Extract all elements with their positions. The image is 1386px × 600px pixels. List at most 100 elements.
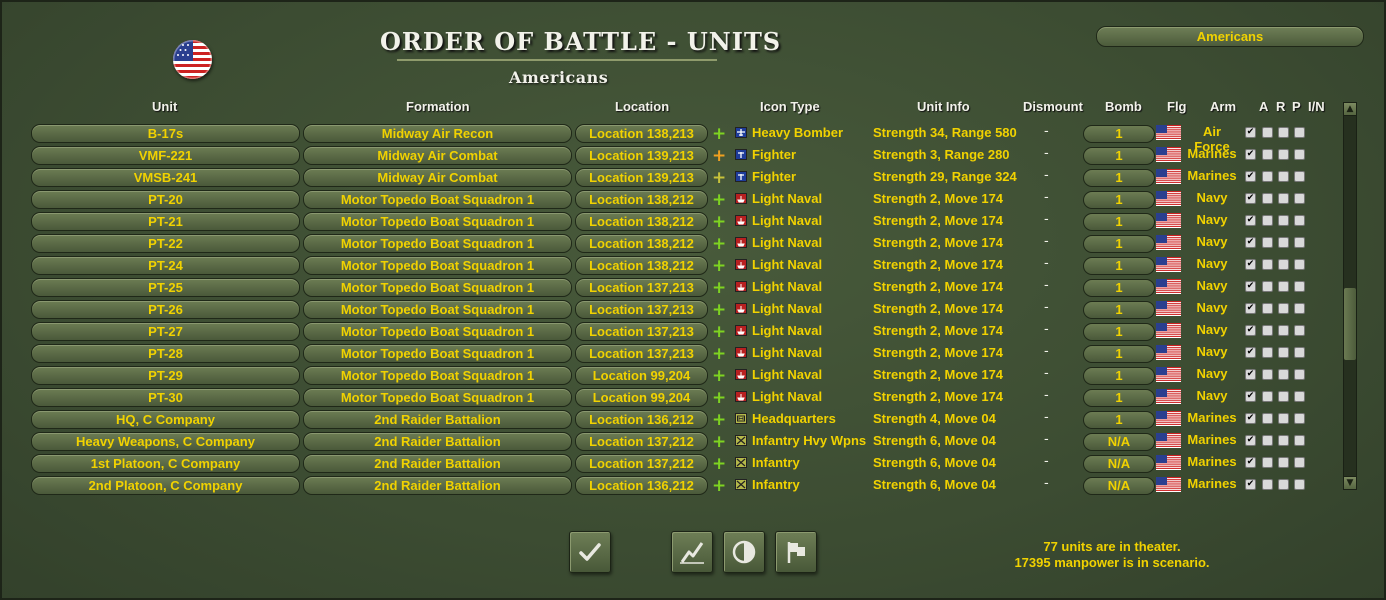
checkbox-a[interactable]: ✔ xyxy=(1245,281,1256,292)
scrollbar-thumb[interactable] xyxy=(1344,288,1356,360)
unit-name-button[interactable]: PT-24 xyxy=(31,256,300,275)
checkbox-a[interactable]: ✔ xyxy=(1245,479,1256,490)
bomb-button[interactable]: 1 xyxy=(1083,213,1155,231)
checkbox-r[interactable] xyxy=(1262,479,1273,490)
unit-name-button[interactable]: PT-27 xyxy=(31,322,300,341)
column-header-arm[interactable]: Arm xyxy=(1210,99,1236,114)
checkbox-a[interactable]: ✔ xyxy=(1245,413,1256,424)
checkbox-in[interactable] xyxy=(1294,215,1305,226)
formation-button[interactable]: 2nd Raider Battalion xyxy=(303,454,572,473)
checkbox-p[interactable] xyxy=(1278,347,1289,358)
bomb-button[interactable]: 1 xyxy=(1083,301,1155,319)
table-row[interactable]: PT-28 Motor Topedo Boat Squadron 1 Locatio… xyxy=(2,342,1342,364)
bomb-button[interactable]: N/A xyxy=(1083,433,1155,451)
checkbox-in[interactable] xyxy=(1294,457,1305,468)
flag-button[interactable] xyxy=(775,531,817,573)
location-button[interactable]: Location 137,213 xyxy=(575,344,708,363)
checkbox-in[interactable] xyxy=(1294,479,1305,490)
table-row[interactable]: PT-22 Motor Topedo Boat Squadron 1 Locatio… xyxy=(2,232,1342,254)
add-icon[interactable]: + xyxy=(712,192,726,209)
column-header-icon-type[interactable]: Icon Type xyxy=(760,99,820,114)
location-button[interactable]: Location 137,213 xyxy=(575,300,708,319)
checkbox-p[interactable] xyxy=(1278,457,1289,468)
side-selector-button[interactable]: Americans xyxy=(1096,26,1364,47)
formation-button[interactable]: Midway Air Combat xyxy=(303,168,572,187)
table-row[interactable]: PT-27 Motor Topedo Boat Squadron 1 Locatio… xyxy=(2,320,1342,342)
checkbox-in[interactable] xyxy=(1294,193,1305,204)
bomb-button[interactable]: 1 xyxy=(1083,235,1155,253)
location-button[interactable]: Location 136,212 xyxy=(575,410,708,429)
checkbox-r[interactable] xyxy=(1262,193,1273,204)
bomb-button[interactable]: 1 xyxy=(1083,169,1155,187)
location-button[interactable]: Location 138,212 xyxy=(575,234,708,253)
checkbox-p[interactable] xyxy=(1278,281,1289,292)
location-button[interactable]: Location 139,213 xyxy=(575,168,708,187)
table-row[interactable]: PT-25 Motor Topedo Boat Squadron 1 Locatio… xyxy=(2,276,1342,298)
table-row[interactable]: PT-26 Motor Topedo Boat Squadron 1 Locatio… xyxy=(2,298,1342,320)
table-row[interactable]: VMF-221 Midway Air Combat Location 139,213… xyxy=(2,144,1342,166)
location-button[interactable]: Location 138,212 xyxy=(575,190,708,209)
bomb-button[interactable]: 1 xyxy=(1083,147,1155,165)
location-button[interactable]: Location 138,213 xyxy=(575,124,708,143)
bomb-button[interactable]: 1 xyxy=(1083,345,1155,363)
checkbox-a[interactable]: ✔ xyxy=(1245,435,1256,446)
location-button[interactable]: Location 137,213 xyxy=(575,322,708,341)
formation-button[interactable]: Motor Topedo Boat Squadron 1 xyxy=(303,234,572,253)
add-icon[interactable]: + xyxy=(712,456,726,473)
location-button[interactable]: Location 138,212 xyxy=(575,256,708,275)
checkbox-a[interactable]: ✔ xyxy=(1245,391,1256,402)
checkbox-r[interactable] xyxy=(1262,303,1273,314)
table-row[interactable]: B-17s Midway Air Recon Location 138,213 + He… xyxy=(2,122,1342,154)
checkbox-a[interactable]: ✔ xyxy=(1245,325,1256,336)
add-icon[interactable]: + xyxy=(712,478,726,495)
checkbox-in[interactable] xyxy=(1294,347,1305,358)
unit-name-button[interactable]: VMSB-241 xyxy=(31,168,300,187)
checkbox-p[interactable] xyxy=(1278,391,1289,402)
unit-name-button[interactable]: PT-22 xyxy=(31,234,300,253)
checkbox-a[interactable]: ✔ xyxy=(1245,193,1256,204)
table-row[interactable]: PT-29 Motor Topedo Boat Squadron 1 Locatio… xyxy=(2,364,1342,386)
bomb-button[interactable]: 1 xyxy=(1083,257,1155,275)
column-header-unit-info[interactable]: Unit Info xyxy=(917,99,970,114)
checkbox-a[interactable]: ✔ xyxy=(1245,347,1256,358)
formation-button[interactable]: 2nd Raider Battalion xyxy=(303,432,572,451)
checkbox-r[interactable] xyxy=(1262,391,1273,402)
checkbox-a[interactable]: ✔ xyxy=(1245,215,1256,226)
location-button[interactable]: Location 138,212 xyxy=(575,212,708,231)
scroll-down-arrow-icon[interactable]: ▼ xyxy=(1343,476,1357,490)
formation-button[interactable]: Motor Topedo Boat Squadron 1 xyxy=(303,256,572,275)
checkbox-p[interactable] xyxy=(1278,259,1289,270)
checkbox-r[interactable] xyxy=(1262,347,1273,358)
location-button[interactable]: Location 99,204 xyxy=(575,388,708,407)
column-header-unit[interactable]: Unit xyxy=(152,99,177,114)
unit-name-button[interactable]: PT-28 xyxy=(31,344,300,363)
formation-button[interactable]: 2nd Raider Battalion xyxy=(303,476,572,495)
checkbox-p[interactable] xyxy=(1278,479,1289,490)
table-row[interactable]: HQ, C Company 2nd Raider Battalion Locatio… xyxy=(2,408,1342,430)
bomb-button[interactable]: 1 xyxy=(1083,389,1155,407)
add-icon[interactable]: + xyxy=(712,368,726,385)
checkbox-r[interactable] xyxy=(1262,127,1273,138)
location-button[interactable]: Location 139,213 xyxy=(575,146,708,165)
unit-name-button[interactable]: HQ, C Company xyxy=(31,410,300,429)
checkbox-p[interactable] xyxy=(1278,303,1289,314)
checkbox-r[interactable] xyxy=(1262,149,1273,160)
checkbox-in[interactable] xyxy=(1294,435,1305,446)
unit-name-button[interactable]: PT-30 xyxy=(31,388,300,407)
add-icon[interactable]: + xyxy=(712,346,726,363)
formation-button[interactable]: Motor Topedo Boat Squadron 1 xyxy=(303,300,572,319)
checkbox-a[interactable]: ✔ xyxy=(1245,171,1256,182)
column-header-a[interactable]: A xyxy=(1259,99,1268,114)
table-row[interactable]: 1st Platoon, C Company 2nd Raider Battali… xyxy=(2,452,1342,474)
checkbox-r[interactable] xyxy=(1262,325,1273,336)
checkbox-a[interactable]: ✔ xyxy=(1245,369,1256,380)
table-row[interactable]: PT-30 Motor Topedo Boat Squadron 1 Locatio… xyxy=(2,386,1342,408)
unit-name-button[interactable]: B-17s xyxy=(31,124,300,143)
checkbox-r[interactable] xyxy=(1262,369,1273,380)
checkbox-r[interactable] xyxy=(1262,171,1273,182)
bomb-button[interactable]: 1 xyxy=(1083,323,1155,341)
checkbox-p[interactable] xyxy=(1278,435,1289,446)
checkbox-r[interactable] xyxy=(1262,457,1273,468)
checkbox-p[interactable] xyxy=(1278,413,1289,424)
scroll-up-arrow-icon[interactable]: ▲ xyxy=(1343,102,1357,116)
